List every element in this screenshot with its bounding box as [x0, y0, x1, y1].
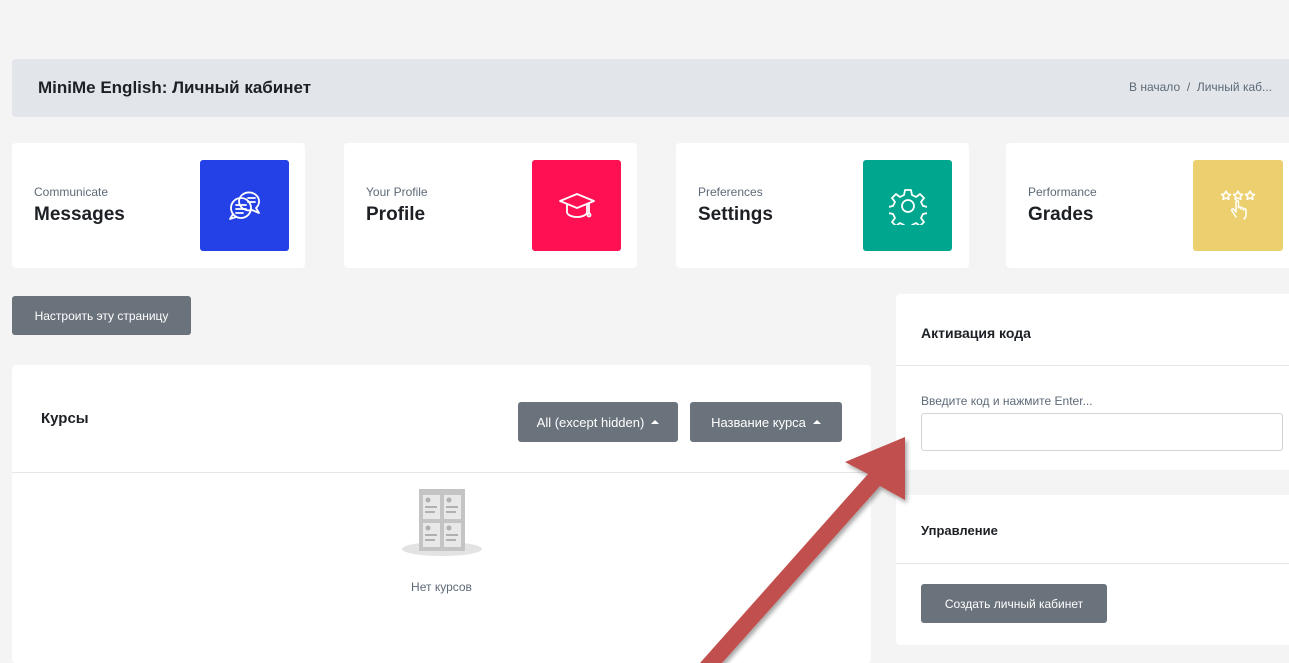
messages-tile[interactable]: [200, 160, 289, 251]
code-activation-body: Введите код и нажмите Enter...: [896, 365, 1289, 470]
customize-page-button[interactable]: Настроить эту страницу: [12, 296, 191, 335]
no-courses-text: Нет курсов: [411, 580, 472, 594]
profile-tile[interactable]: [532, 160, 621, 251]
page-header: MiniMe English: Личный кабинет В начало …: [12, 59, 1289, 117]
courses-block: Курсы All (except hidden) Название курса…: [12, 365, 871, 663]
breadcrumb-current: Личный каб...: [1196, 80, 1273, 94]
activation-code-input[interactable]: [921, 413, 1283, 451]
card-subtitle: Your Profile: [366, 185, 428, 199]
stars-hand-icon: [1220, 190, 1256, 220]
card-title: Profile: [366, 204, 426, 225]
course-sort-dropdown[interactable]: Название курса: [690, 402, 842, 442]
grades-card[interactable]: Performance Grades: [1006, 143, 1289, 268]
divider: [896, 563, 1289, 564]
management-block: Управление Создать личный кабинет: [896, 495, 1289, 645]
settings-tile[interactable]: [863, 160, 952, 251]
page-title: MiniMe English: Личный кабинет: [38, 78, 312, 97]
messages-card[interactable]: Communicate Messages: [12, 143, 305, 268]
gear-icon: [889, 189, 927, 225]
course-filter-label: All (except hidden): [536, 414, 645, 430]
code-activation-block: Активация кода Введите код и нажмите Ent…: [896, 294, 1289, 470]
breadcrumb: В начало / Личный каб...: [1129, 80, 1289, 94]
profile-card[interactable]: Your Profile Profile: [344, 143, 637, 268]
card-title: Grades: [1028, 204, 1094, 225]
card-title: Settings: [698, 204, 773, 225]
code-input-label: Введите код и нажмите Enter...: [921, 394, 1093, 408]
card-subtitle: Performance: [1028, 185, 1097, 199]
course-filter-dropdown[interactable]: All (except hidden): [518, 402, 678, 442]
caret-up-icon: [651, 420, 660, 424]
courses-header: Курсы All (except hidden) Название курса: [12, 365, 871, 473]
management-title: Управление: [921, 523, 998, 538]
graduation-cap-icon: [559, 193, 595, 218]
breadcrumb-home-link[interactable]: В начало: [1129, 80, 1180, 94]
breadcrumb-separator: /: [1186, 80, 1191, 94]
course-sort-label: Название курса: [711, 414, 806, 430]
chat-bubbles-icon: [229, 191, 260, 220]
card-title: Messages: [34, 204, 125, 225]
code-activation-title: Активация кода: [921, 325, 1031, 341]
create-cabinet-button[interactable]: Создать личный кабинет: [921, 584, 1107, 623]
card-subtitle: Communicate: [34, 185, 109, 199]
grades-tile[interactable]: [1193, 160, 1283, 251]
courses-title: Курсы: [41, 410, 89, 427]
card-subtitle: Preferences: [698, 185, 763, 199]
empty-courses-icon: [402, 489, 482, 556]
caret-up-icon: [812, 420, 821, 424]
settings-card[interactable]: Preferences Settings: [676, 143, 969, 268]
